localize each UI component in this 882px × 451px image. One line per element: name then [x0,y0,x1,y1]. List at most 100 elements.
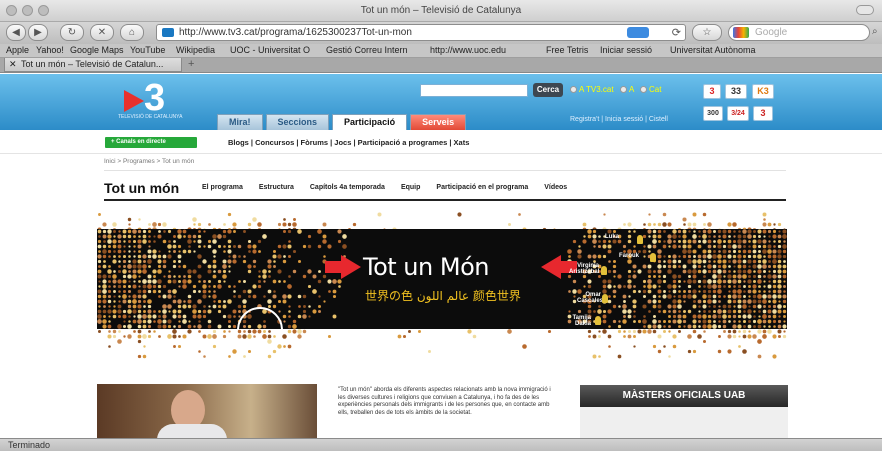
bookmark-item[interactable]: Universitat Autònoma [670,45,756,55]
google-icon [733,27,749,38]
tab-mira[interactable]: Mira! [217,114,263,130]
banner-dots-left [97,229,347,329]
radio-a[interactable]: A [620,85,634,94]
reload-icon: ↻ [67,27,77,38]
program-banner[interactable]: Tot un Món 世界の色 عالم اللون 颜色世界 Luka Far… [97,229,787,329]
address-reload-icon[interactable]: ⟳ [672,26,681,41]
program-photo[interactable] [97,384,317,438]
radio-cat[interactable]: Cat [640,85,661,94]
participation-links[interactable]: Blogs | Concursos | Fòrums | Jocs | Part… [228,138,469,147]
reload-button[interactable]: ↻ [60,24,84,41]
person-pin-icon[interactable] [650,253,656,262]
account-links[interactable]: Registra't | Inicia sessió | Cistell [570,116,668,123]
channel-tv3[interactable]: 3 [703,84,721,99]
browser-window: Tot un món – Televisió de Catalunya ◀ ▶ … [0,0,882,451]
bookmark-menu-button[interactable]: ☆ [692,24,722,41]
red-arrow-right-head-icon [541,255,561,279]
bookmark-item[interactable]: Free Tetris [546,45,588,55]
bookmark-item[interactable]: Apple [6,45,29,55]
menu-capitols[interactable]: Capítols 4a temporada [310,184,385,191]
channel-esport3[interactable]: 3 [753,106,773,121]
radio-dot-icon [620,86,627,93]
home-button[interactable]: ⌂ [120,24,144,41]
bookmarks-bar: Apple Yahoo! Google Maps YouTube Wikiped… [0,44,882,58]
menu-videos[interactable]: Vídeos [544,184,567,191]
logo-number: 3 [144,77,166,119]
banner-dots-bottom [98,329,787,359]
menu-el-programa[interactable]: El programa [202,184,243,191]
masters-ad[interactable] [580,407,788,438]
search-magnifier-icon[interactable]: ⌕ [872,26,878,37]
bookmark-item[interactable]: Iniciar sessió [600,45,652,55]
back-arrow-icon: ◀ [12,27,20,38]
channel-33[interactable]: 33 [725,84,747,99]
person-pin-icon[interactable] [601,266,607,275]
program-menu: El programa Estructura Capítols 4a tempo… [202,184,567,191]
radio-tv3cat[interactable]: A TV3.cat [570,85,614,94]
radio-label: A [629,85,635,94]
close-tab-icon[interactable]: ✕ [9,58,17,71]
person-pin-icon[interactable] [595,316,601,325]
browser-tab[interactable]: ✕ Tot un món – Televisió de Catalun... [4,58,182,72]
forward-button[interactable]: ▶ [28,24,48,41]
page-title: Tot un món [104,180,180,196]
radio-dot-icon [570,86,577,93]
menu-estructura[interactable]: Estructura [259,184,294,191]
person-label[interactable]: Virginia Aristizábal [569,263,599,275]
menu-participacio[interactable]: Participació en el programa [436,184,528,191]
bookmark-item[interactable]: Wikipedia [176,45,215,55]
radio-dot-icon [640,86,647,93]
live-channels-button[interactable]: + Canals en directe [105,137,197,148]
bookmark-item[interactable]: Gestió Correu Intern [326,45,408,55]
channel-300[interactable]: 300 [703,106,723,121]
tab-seccions[interactable]: Seccions [265,114,330,130]
back-button[interactable]: ◀ [6,24,26,41]
site-favicon-icon [162,28,174,37]
tab-participacio[interactable]: Participació [332,114,408,130]
main-nav: Mira! Seccions Participació Serveis [217,114,467,130]
person-label[interactable]: Omar Cascales [577,292,603,304]
banner-title: Tot un Món [363,253,489,281]
presenter-shirt [157,424,227,438]
person-label[interactable]: Tamija Dakla [569,315,591,327]
radio-label: Cat [649,85,662,94]
tv3-logo[interactable]: 3 TELEVISIÓ DE CATALUNYA [110,78,190,122]
tab-serveis[interactable]: Serveis [410,114,467,130]
address-text: http://www.tv3.cat/programa/1625300237To… [179,27,412,38]
breadcrumb[interactable]: Inici > Programes > Tot un món [104,158,194,165]
person-label[interactable]: Farouk [619,253,639,259]
bookmark-item[interactable]: Yahoo! [36,45,64,55]
logo-subtitle: TELEVISIÓ DE CATALUNYA [118,114,183,120]
stop-button[interactable]: ✕ [90,24,114,41]
bookmark-item[interactable]: UOC - Universitat O [230,45,310,55]
red-arrow-left-head-icon [341,255,361,279]
site-search-input[interactable] [420,84,528,97]
web-page: 3 TELEVISIÓ DE CATALUNYA Cerca A TV3.cat… [0,74,882,438]
channel-324[interactable]: 3/24 [727,106,749,121]
forward-arrow-icon: ▶ [34,27,42,38]
breadcrumb-divider [104,170,786,171]
menu-equip[interactable]: Equip [401,184,420,191]
banner-dots-right [567,229,787,329]
person-pin-icon[interactable] [637,235,643,244]
masters-ad-title[interactable]: MÀSTERS OFICIALS UAB [580,385,788,407]
toolbar-toggle-button[interactable] [856,5,874,15]
search-field[interactable]: Google [728,24,870,41]
bookmark-item[interactable]: Google Maps [70,45,124,55]
tab-bar: ✕ Tot un món – Televisió de Catalun... + [0,58,882,73]
search-button[interactable]: Cerca [533,83,563,97]
new-tab-button[interactable]: + [188,58,194,71]
site-header: 3 TELEVISIÓ DE CATALUNYA Cerca A TV3.cat… [0,74,882,130]
rss-icon[interactable] [627,27,649,38]
address-bar[interactable]: http://www.tv3.cat/programa/1625300237To… [156,24,686,41]
channel-k3[interactable]: K3 [752,84,774,99]
radio-label: A TV3.cat [579,85,614,94]
person-label[interactable]: Luka [605,234,619,240]
bookmark-item[interactable]: YouTube [130,45,165,55]
bookmark-item[interactable]: http://www.uoc.edu [430,45,506,55]
window-title: Tot un món – Televisió de Catalunya [360,5,522,16]
logo-arrow-icon [124,90,144,112]
browser-toolbar: ◀ ▶ ↻ ✕ ⌂ http://www.tv3.cat/programa/16… [0,22,882,44]
tab-title: Tot un món – Televisió de Catalun... [21,59,164,69]
person-pin-icon[interactable] [602,294,608,303]
